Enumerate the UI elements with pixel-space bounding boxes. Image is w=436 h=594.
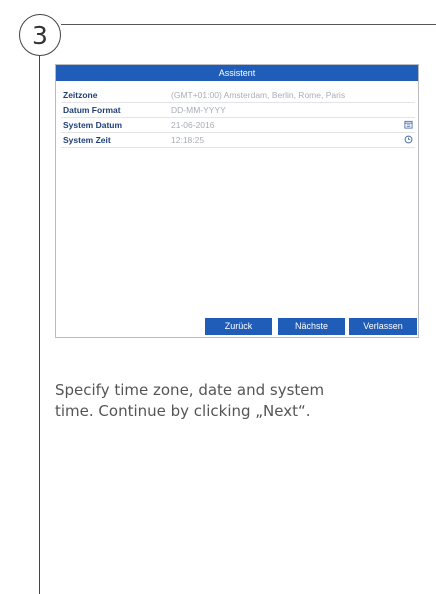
dialog-title: Assistent (218, 68, 256, 78)
system-time-field[interactable]: 12:18:25 (171, 135, 204, 145)
system-date-row[interactable]: System Datum 21-06-2016 (61, 118, 415, 133)
system-date-field[interactable]: 21-06-2016 (171, 120, 214, 130)
step-number-badge: 3 (19, 14, 61, 56)
system-date-label: System Datum (63, 120, 123, 130)
dialog-footer: Zurück Nächste Verlassen (56, 316, 418, 337)
instruction-line-2: time. Continue by clicking „Next“. (55, 402, 311, 420)
setup-wizard-dialog: Assistent Zeitzone (GMT+01:00) Amsterdam… (55, 64, 419, 338)
system-time-row[interactable]: System Zeit 12:18:25 (61, 133, 415, 148)
date-format-row[interactable]: Datum Format DD-MM-YYYY (61, 103, 415, 118)
step-number: 3 (32, 20, 48, 50)
next-button[interactable]: Nächste (278, 318, 345, 335)
settings-list: Zeitzone (GMT+01:00) Amsterdam, Berlin, … (56, 88, 418, 148)
left-divider (39, 55, 40, 594)
time-zone-row[interactable]: Zeitzone (GMT+01:00) Amsterdam, Berlin, … (61, 88, 415, 103)
exit-button[interactable]: Verlassen (349, 318, 417, 335)
date-format-select[interactable]: DD-MM-YYYY (171, 105, 226, 115)
calendar-icon[interactable] (404, 120, 413, 129)
instruction-text: Specify time zone, date and system time.… (55, 380, 415, 422)
time-zone-label: Zeitzone (63, 90, 98, 100)
time-zone-select[interactable]: (GMT+01:00) Amsterdam, Berlin, Rome, Par… (171, 90, 345, 100)
system-time-label: System Zeit (63, 135, 111, 145)
back-button[interactable]: Zurück (205, 318, 272, 335)
top-divider (61, 24, 436, 25)
instruction-line-1: Specify time zone, date and system (55, 381, 325, 399)
date-format-label: Datum Format (63, 105, 121, 115)
clock-icon[interactable] (404, 135, 413, 144)
dialog-title-bar: Assistent (56, 65, 418, 81)
